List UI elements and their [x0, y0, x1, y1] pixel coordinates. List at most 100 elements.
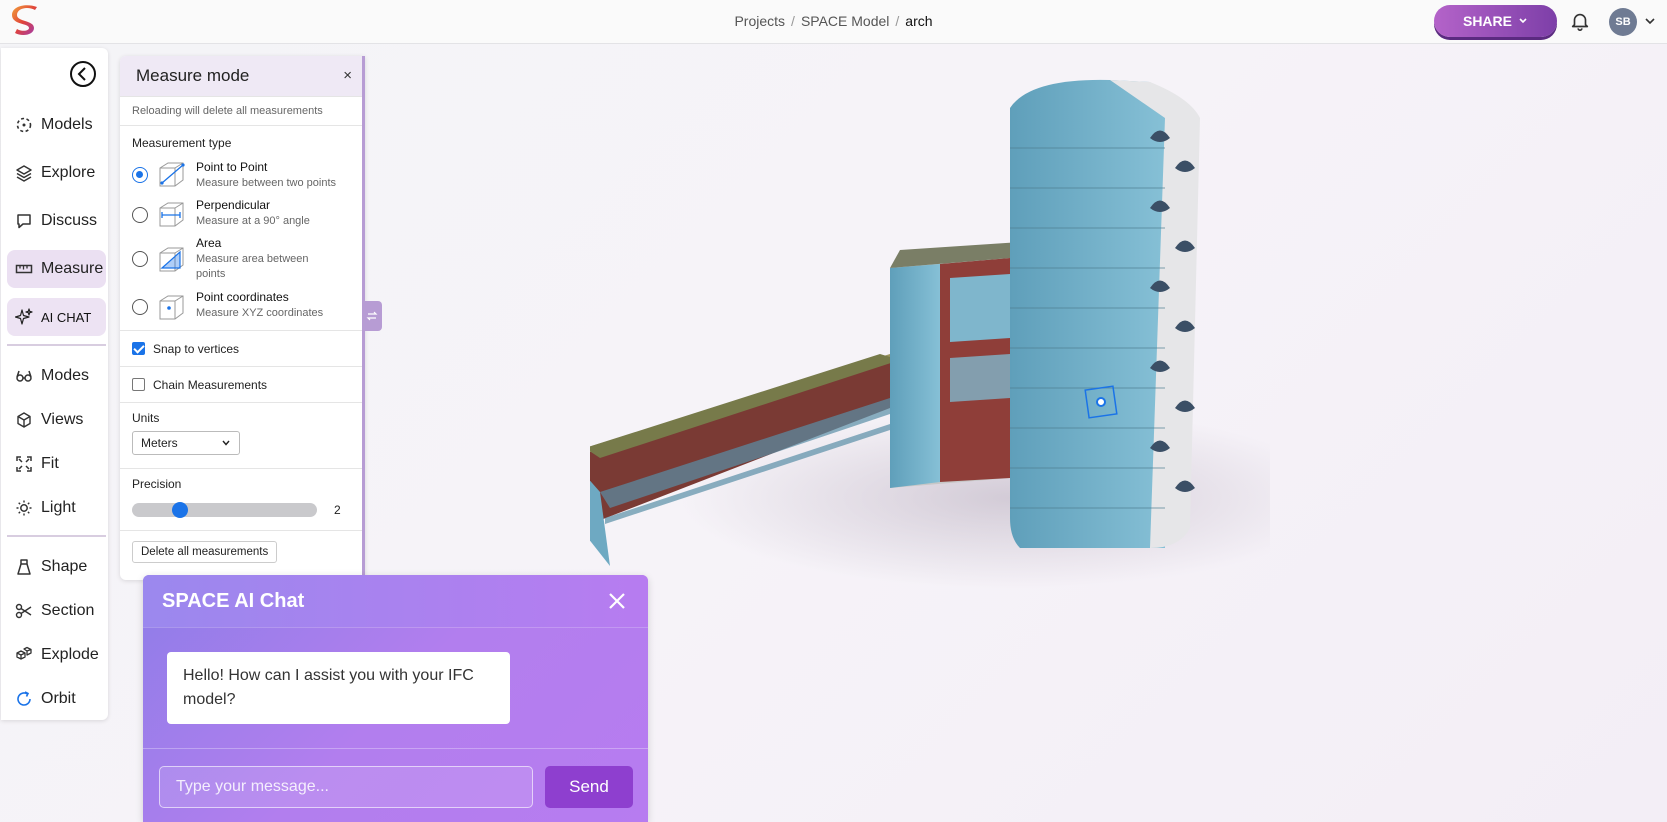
sidebar-item-label: Fit [41, 455, 59, 472]
share-label: SHARE [1462, 13, 1512, 29]
sidebar-item-label: Modes [41, 367, 90, 384]
sidebar-item-section[interactable]: Section [7, 592, 106, 630]
chat-message-input[interactable]: Type your message... [159, 766, 533, 808]
measure-type-perpendicular[interactable]: Perpendicular Measure at a 90° angle [120, 196, 362, 236]
sidebar-item-label: Shape [41, 558, 88, 575]
ai-chat-title: SPACE AI Chat [162, 589, 305, 612]
avatar-initials: SB [1615, 16, 1631, 28]
breadcrumb-projects[interactable]: Projects [734, 13, 785, 29]
explode-icon [16, 646, 32, 660]
close-icon[interactable]: × [343, 67, 352, 84]
measure-type-point-to-point[interactable]: Point to Point Measure between two point… [120, 156, 362, 196]
measurement-type-heading: Measurement type [132, 136, 232, 150]
sidebar-item-modes[interactable]: Modes [7, 357, 106, 395]
layers-icon [16, 165, 32, 182]
collapse-circle-icon[interactable] [69, 60, 97, 88]
sidebar-item-fit[interactable]: Fit [7, 445, 106, 483]
units-label: Units [132, 411, 160, 425]
chain-measurements-label: Chain Measurements [153, 377, 268, 392]
chat-bubble-icon [17, 214, 31, 229]
assistant-message: Hello! How can I assist you with your IF… [167, 652, 510, 724]
chevron-down-icon [1519, 18, 1527, 24]
sidebar-item-views[interactable]: Views [7, 401, 106, 439]
units-value: Meters [141, 436, 178, 450]
chain-measurements-row[interactable]: Chain Measurements [120, 366, 362, 402]
sidebar-item-label: Views [41, 411, 84, 428]
measure-type-desc: Measure area between points [196, 253, 309, 280]
snap-to-vertices-label: Snap to vertices [153, 341, 240, 356]
radio-perpendicular[interactable] [132, 207, 148, 223]
precision-label: Precision [132, 477, 182, 491]
sidebar-item-models[interactable]: Models [7, 106, 106, 144]
measure-type-label: Area [196, 236, 222, 250]
snap-to-vertices-checkbox[interactable] [132, 342, 145, 355]
measure-reload-note: Reloading will delete all measurements [120, 96, 362, 126]
avatar[interactable]: SB [1609, 8, 1637, 36]
breadcrumb-current: arch [905, 13, 933, 29]
breadcrumb-separator: / [791, 13, 795, 29]
ai-chat-messages: Hello! How can I assist you with your IF… [143, 627, 648, 749]
measure-type-point-coordinates[interactable]: Point coordinates Measure XYZ coordinate… [120, 288, 362, 330]
cube-view-icon [17, 412, 31, 428]
measure-type-desc: Measure between two points [196, 177, 337, 189]
building-3d-model[interactable] [590, 78, 1270, 598]
sidebar-divider [7, 535, 106, 537]
chevron-down-icon[interactable] [1643, 14, 1657, 28]
breadcrumb-space-model[interactable]: SPACE Model [801, 13, 889, 29]
toolbar-sidebar: Models Explore Discuss Measure AI CHAT M… [1, 48, 108, 720]
breadcrumb: Projects / SPACE Model / arch [0, 13, 1667, 29]
breadcrumb-separator: / [895, 13, 900, 29]
glasses-icon [16, 370, 32, 382]
close-icon[interactable] [606, 590, 628, 612]
measure-type-label: Point to Point [196, 160, 268, 174]
share-button[interactable]: SHARE [1434, 5, 1557, 37]
precision-slider-thumb[interactable] [172, 502, 188, 518]
top-bar: Projects / SPACE Model / arch SHARE SB [0, 0, 1667, 44]
send-button[interactable]: Send [545, 766, 633, 808]
shape-icon [17, 559, 31, 575]
sidebar-item-label: Discuss [41, 212, 98, 229]
units-select[interactable]: Meters [132, 431, 240, 455]
delete-all-measurements-button[interactable]: Delete all measurements [132, 541, 278, 563]
sidebar-item-label: Section [41, 602, 95, 619]
send-label: Send [569, 777, 609, 796]
fit-icon [16, 456, 32, 472]
ruler-icon [15, 264, 33, 274]
ai-chat-panel: SPACE AI Chat Hello! How can I assist yo… [143, 575, 648, 822]
chat-input-placeholder: Type your message... [176, 778, 329, 795]
radio-point-to-point[interactable] [132, 167, 148, 183]
point-coordinates-icon [159, 295, 184, 320]
units-section: Units Meters [120, 402, 362, 468]
sidebar-item-label: AI CHAT [41, 309, 92, 325]
snap-to-vertices-row[interactable]: Snap to vertices [120, 330, 362, 366]
measure-panel: Measure mode × Reloading will delete all… [120, 56, 365, 580]
sidebar-item-label: Explode [41, 646, 99, 663]
chevron-down-icon [222, 440, 230, 446]
sidebar-item-ai-chat[interactable]: AI CHAT [7, 298, 106, 336]
scissors-icon [15, 603, 32, 619]
precision-section: Precision 2 [120, 468, 362, 530]
models-icon [16, 117, 32, 133]
area-icon [159, 247, 184, 272]
chain-measurements-checkbox[interactable] [132, 378, 145, 391]
swap-arrows-icon [366, 311, 378, 321]
sidebar-item-explode[interactable]: Explode [7, 636, 106, 674]
ai-chat-header: SPACE AI Chat [143, 575, 648, 627]
measure-type-desc: Measure XYZ coordinates [196, 307, 324, 319]
sidebar-item-label: Measure [41, 260, 104, 277]
bell-icon[interactable] [1569, 10, 1591, 32]
precision-slider-track[interactable] [132, 503, 317, 517]
panel-swap-tab[interactable] [362, 301, 382, 331]
sidebar-item-light[interactable]: Light [7, 489, 106, 527]
sidebar-divider [7, 344, 106, 346]
sidebar-item-orbit[interactable]: Orbit [7, 680, 106, 718]
radio-point-coordinates[interactable] [132, 299, 148, 315]
sidebar-item-shape[interactable]: Shape [7, 548, 106, 586]
orbit-icon [17, 691, 31, 706]
measure-type-area[interactable]: Area Measure area between points [120, 236, 362, 288]
sidebar-item-measure[interactable]: Measure [7, 250, 106, 288]
sidebar-item-discuss[interactable]: Discuss [7, 202, 106, 240]
sidebar-item-explore[interactable]: Explore [7, 154, 106, 192]
perpendicular-icon [159, 202, 184, 227]
radio-area[interactable] [132, 251, 148, 267]
